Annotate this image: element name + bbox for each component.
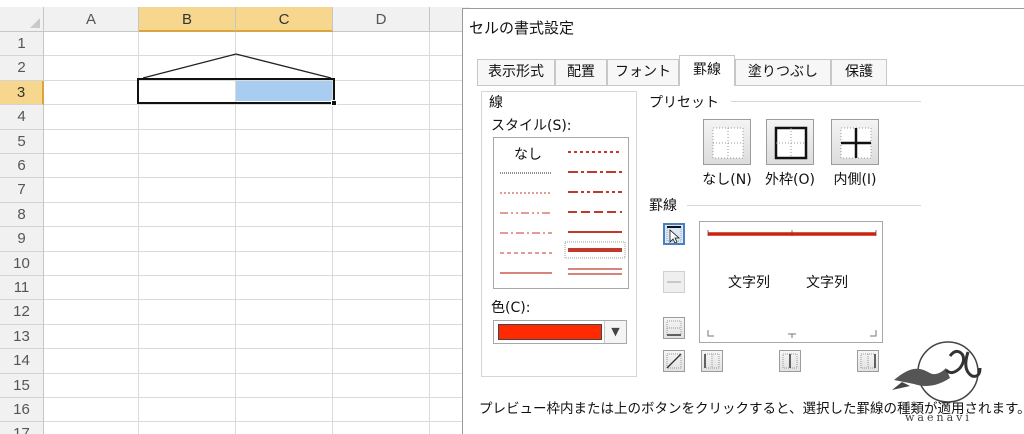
border-group-label: 罫線 [649,198,677,214]
border-top-button[interactable] [663,223,685,245]
border-top-icon [666,226,682,244]
border-bottom-button[interactable] [663,317,685,339]
style-label: スタイル(S): [491,118,572,134]
preview-text-left: 文字列 [728,275,770,291]
color-label: 色(C): [491,300,531,316]
border-middle-button[interactable] [663,271,685,293]
preset-inside-button[interactable] [831,119,879,165]
preset-outline-label: 外枠(O) [765,172,815,188]
chevron-down-icon[interactable]: ▼ [604,321,626,343]
tab-alignment[interactable]: 配置 [555,59,607,85]
border-center-button[interactable] [779,350,801,372]
preset-none-button[interactable] [703,119,751,165]
spreadsheet: A B C D 1 2 3 4 5 6 7 8 9 10 11 12 13 14 15 16 17 [0,0,470,434]
line-group-label: 線 [487,92,505,112]
preview-text-right: 文字列 [806,275,848,291]
color-dropdown[interactable]: ▼ [493,320,627,344]
preset-group-label: プリセット [649,95,719,111]
tab-border[interactable]: 罫線 [679,55,735,86]
border-vertical-icon [782,353,798,369]
border-left-button[interactable] [701,350,723,372]
preset-outline-button[interactable] [766,119,814,165]
triangle-shape[interactable] [0,0,470,434]
border-right-button[interactable] [857,350,879,372]
preset-inside-label: 内側(I) [833,172,877,188]
line-style-options[interactable] [494,138,630,290]
border-divider [687,205,921,206]
tab-protection[interactable]: 保護 [831,59,887,85]
color-swatch [498,324,602,340]
border-left-icon [704,353,720,369]
border-right-icon [860,353,876,369]
tab-number-format[interactable]: 表示形式 [477,59,555,85]
border-horizontal-icon [667,281,681,283]
tab-divider [477,85,1024,86]
preset-inside-icon [840,127,872,159]
border-diagonal-up-button[interactable] [663,350,685,372]
border-diagonal-up-icon [666,353,682,369]
tab-fill[interactable]: 塗りつぶし [735,59,831,85]
line-style-list[interactable]: なし [493,137,629,289]
preset-none-icon [712,127,744,159]
selection-border-b3-c3[interactable] [137,78,335,104]
preset-divider [731,101,921,102]
dialog-title: セルの書式設定 [469,19,575,37]
fill-handle[interactable] [331,100,337,106]
waenavi-logo [892,341,982,403]
tab-font[interactable]: フォント [607,59,679,85]
watermark-text: waenavi [905,411,972,424]
preset-outline-icon [774,126,808,160]
preset-none-label: なし(N) [702,172,752,188]
border-preview[interactable]: 文字列 文字列 [699,221,883,343]
border-bottom-icon [666,320,682,336]
